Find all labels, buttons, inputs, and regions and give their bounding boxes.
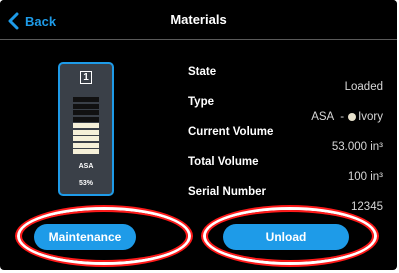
current-volume-label: Current Volume: [188, 126, 274, 138]
type-color-name: Ivory: [358, 111, 383, 123]
type-value: ASA - Ivory: [311, 111, 383, 123]
current-volume-value: 53.000 in³: [331, 141, 383, 153]
level-segment: [73, 149, 99, 154]
total-volume-label: Total Volume: [188, 156, 259, 168]
type-material: ASA: [311, 111, 335, 123]
level-segment: [73, 103, 99, 109]
material-cartridge[interactable]: 1 ASA 53%: [58, 62, 114, 196]
bay-number-badge: 1: [80, 71, 92, 84]
level-segment: [73, 142, 99, 148]
level-segment: [73, 129, 99, 135]
unload-highlight-ring: [206, 210, 374, 262]
state-label: State: [188, 66, 217, 78]
material-level-gauge: [73, 97, 99, 155]
cartridge-material-label: ASA: [78, 163, 94, 170]
level-segment: [73, 110, 99, 115]
type-label: Type: [188, 96, 214, 108]
level-segment: [73, 116, 99, 122]
level-segment: [73, 97, 99, 102]
serial-number-value: 12345: [351, 201, 383, 213]
page-title: Materials: [170, 12, 227, 27]
serial-number-label: Serial Number: [188, 186, 266, 198]
maintenance-highlight-ring: [20, 210, 188, 262]
type-separator: -: [340, 111, 345, 123]
ivory-swatch-icon: [348, 113, 357, 121]
materials-screen: Back Materials 1 ASA 53% State Loaded Ty…: [0, 0, 397, 270]
level-segment: [73, 136, 99, 141]
header-bar: Back Materials: [0, 0, 397, 40]
cartridge-percent-label: 53%: [78, 180, 93, 187]
state-value: Loaded: [344, 81, 383, 93]
level-segment: [73, 123, 99, 128]
total-volume-value: 100 in³: [347, 171, 383, 183]
